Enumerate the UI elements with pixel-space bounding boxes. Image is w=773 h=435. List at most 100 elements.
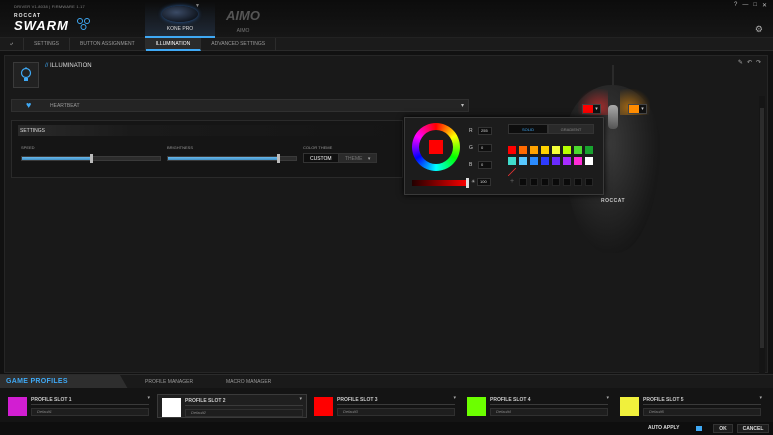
cancel-button[interactable]: CANCEL xyxy=(737,424,769,433)
tab-settings[interactable]: SETTINGS xyxy=(24,38,71,51)
right-zone-color-button[interactable]: ▾ xyxy=(628,104,647,114)
color-wheel[interactable] xyxy=(412,123,460,171)
palette-swatch[interactable] xyxy=(530,146,538,154)
device-kone-pro[interactable]: KONE PRO xyxy=(145,2,215,38)
palette-swatch[interactable] xyxy=(552,146,560,154)
left-zone-swatch xyxy=(583,105,593,113)
brightness-slider-knob[interactable] xyxy=(277,154,281,163)
solid-mode-button[interactable]: SOLID xyxy=(508,124,548,134)
red-label: R xyxy=(469,128,473,134)
chevron-down-icon[interactable]: ▼ xyxy=(195,3,200,9)
palette-swatch[interactable] xyxy=(585,146,593,154)
slot-color-swatch xyxy=(314,397,333,416)
settings-title: SETTINGS xyxy=(20,128,46,134)
right-zone-swatch xyxy=(629,105,639,113)
section-title: // ILLUMINATION xyxy=(45,63,92,69)
custom-color-slot[interactable] xyxy=(563,178,571,186)
undo-icon[interactable]: ↶ xyxy=(747,59,752,66)
tab-game-profiles[interactable]: GAME PROFILES xyxy=(0,375,128,389)
mouse-thumbnail-icon xyxy=(162,6,198,22)
theme-button[interactable]: THEME ▾ xyxy=(338,153,378,163)
slot-name: PROFILE SLOT 4 xyxy=(490,397,531,403)
close-icon[interactable]: ✕ xyxy=(762,2,767,9)
palette-swatch[interactable] xyxy=(585,157,593,165)
speed-slider-fill xyxy=(22,157,91,160)
tab-profile-manager[interactable]: PROFILE MANAGER xyxy=(145,379,193,385)
no-color-swatch[interactable] xyxy=(508,168,516,176)
custom-color-slot[interactable] xyxy=(530,178,538,186)
slot-profile-field[interactable]: Default4 xyxy=(490,408,608,416)
slot-color-swatch xyxy=(467,397,486,416)
slot-profile-field[interactable]: Default1 xyxy=(31,408,149,416)
slot-divider xyxy=(643,404,761,405)
tab-button-assignment[interactable]: BUTTON ASSIGNMENT xyxy=(70,38,146,51)
speed-slider[interactable] xyxy=(21,154,161,163)
left-zone-color-button[interactable]: ▾ xyxy=(582,104,601,114)
palette-swatch[interactable] xyxy=(574,146,582,154)
profile-slot-1[interactable]: PROFILE SLOT 1 ▾ Default1 xyxy=(4,394,154,418)
speed-slider-knob[interactable] xyxy=(90,154,93,163)
chevron-down-icon[interactable]: ▾ xyxy=(299,396,302,402)
palette-swatch[interactable] xyxy=(541,146,549,154)
maximize-icon[interactable]: □ xyxy=(753,2,757,9)
custom-color-slot[interactable] xyxy=(519,178,527,186)
custom-color-slot[interactable] xyxy=(552,178,560,186)
tab-advanced-settings[interactable]: ADVANCED SETTINGS xyxy=(201,38,277,51)
palette-swatch[interactable] xyxy=(508,146,516,154)
swarm-logo: SWARM xyxy=(14,18,69,33)
mouse-brand: ROCCAT xyxy=(600,198,625,204)
effect-dropdown[interactable]: ♥ HEARTBEAT ▾ xyxy=(11,99,469,112)
tab-macro-manager[interactable]: MACRO MANAGER xyxy=(226,379,271,385)
scrollbar-thumb[interactable] xyxy=(760,108,764,348)
palette-swatch[interactable] xyxy=(541,157,549,165)
green-input[interactable]: 0 xyxy=(478,144,492,152)
effect-label: HEARTBEAT xyxy=(50,103,80,109)
profile-slot-3[interactable]: PROFILE SLOT 3 ▾ Default3 xyxy=(310,394,460,418)
tab-illumination[interactable]: ILLUMINATION xyxy=(145,38,202,51)
lightbulb-icon xyxy=(13,62,39,88)
redo-icon[interactable]: ↷ xyxy=(756,59,761,66)
palette-swatch[interactable] xyxy=(530,157,538,165)
palette-swatch[interactable] xyxy=(519,146,527,154)
back-icon[interactable]: ⤶ xyxy=(0,38,24,51)
minimize-icon[interactable]: — xyxy=(742,2,748,9)
chevron-down-icon[interactable]: ▾ xyxy=(453,395,456,401)
chevron-down-icon[interactable]: ▾ xyxy=(147,395,150,401)
palette-swatch[interactable] xyxy=(519,157,527,165)
top-bar: DRIVER V1.8038 | FIRMWARE 1.17 ROCCAT SW… xyxy=(0,0,773,38)
slot-profile-field[interactable]: Default2 xyxy=(185,409,303,417)
profile-slot-4[interactable]: PROFILE SLOT 4 ▾ Default4 xyxy=(463,394,613,418)
profile-slot-5[interactable]: PROFILE SLOT 5 ▾ Default5 xyxy=(616,394,766,418)
slot-profile-field[interactable]: Default3 xyxy=(337,408,455,416)
custom-color-slot[interactable] xyxy=(541,178,549,186)
custom-color-slot[interactable] xyxy=(585,178,593,186)
panel-controls: ✎ ↶ ↷ xyxy=(738,59,761,66)
color-brightness-input[interactable]: 100 xyxy=(477,178,491,186)
palette-swatch[interactable] xyxy=(574,157,582,165)
window-controls: ? — □ ✕ xyxy=(734,2,767,9)
ok-button[interactable]: OK xyxy=(713,424,733,433)
gear-icon[interactable]: ⚙ xyxy=(755,24,763,35)
custom-color-slot[interactable] xyxy=(574,178,582,186)
pin-icon[interactable]: ✎ xyxy=(738,59,743,66)
color-brightness-knob[interactable] xyxy=(466,178,469,188)
gradient-mode-button[interactable]: GRADIENT xyxy=(548,124,594,134)
palette-swatch[interactable] xyxy=(563,157,571,165)
color-brightness-slider[interactable] xyxy=(412,178,469,188)
palette-swatch[interactable] xyxy=(552,157,560,165)
chevron-down-icon[interactable]: ▾ xyxy=(606,395,609,401)
help-icon[interactable]: ? xyxy=(734,2,737,9)
blue-input[interactable]: 0 xyxy=(478,161,492,169)
custom-button[interactable]: CUSTOM xyxy=(303,153,339,163)
add-color-icon[interactable]: + xyxy=(508,178,516,186)
device-aimo[interactable]: AIMO AIMO xyxy=(208,2,278,38)
profile-slot-2[interactable]: PROFILE SLOT 2 ▾ Default2 xyxy=(157,394,307,418)
brightness-slider[interactable] xyxy=(167,154,297,163)
palette-swatch[interactable] xyxy=(508,157,516,165)
red-input[interactable]: 255 xyxy=(478,127,492,135)
chevron-down-icon[interactable]: ▾ xyxy=(759,395,762,401)
palette-swatch[interactable] xyxy=(563,146,571,154)
device-label: AIMO xyxy=(236,28,250,34)
auto-apply-toggle[interactable] xyxy=(696,426,702,431)
slot-profile-field[interactable]: Default5 xyxy=(643,408,761,416)
